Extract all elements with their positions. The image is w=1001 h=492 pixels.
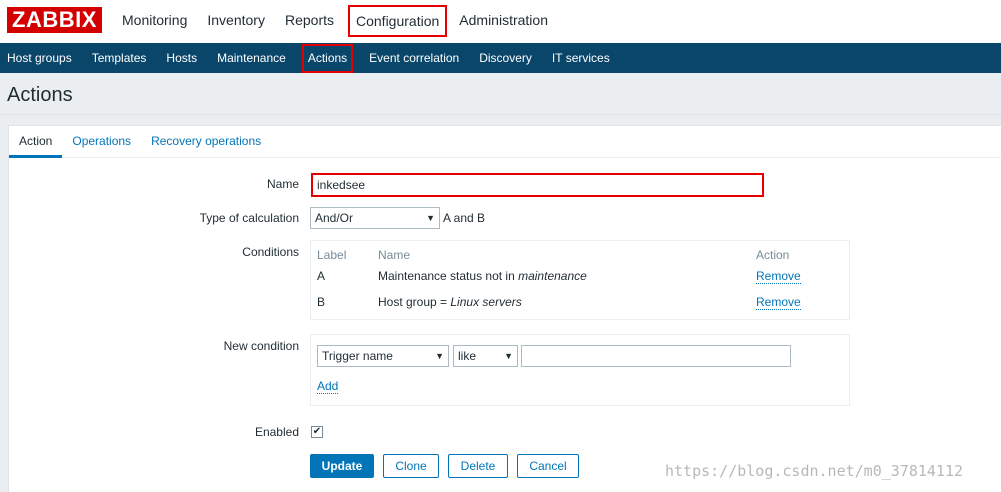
- chevron-down-icon: ▼: [435, 351, 444, 361]
- condition-value-input[interactable]: [521, 345, 791, 367]
- name-input[interactable]: [311, 173, 764, 197]
- tab-recovery-operations[interactable]: Recovery operations: [141, 126, 271, 157]
- conditions-header-label: Label: [317, 248, 347, 262]
- submenu-event-correlation[interactable]: Event correlation: [359, 43, 469, 73]
- new-condition-label: New condition: [223, 339, 299, 353]
- add-condition-link[interactable]: Add: [317, 379, 339, 394]
- menu-configuration[interactable]: Configuration: [348, 5, 448, 37]
- conditions-header-name: Name: [378, 248, 411, 262]
- menu-monitoring[interactable]: Monitoring: [112, 0, 197, 43]
- chevron-down-icon: ▼: [426, 213, 435, 223]
- condition-b-remove-link[interactable]: Remove: [756, 295, 801, 310]
- name-label: Name: [266, 177, 299, 191]
- submenu-maintenance[interactable]: Maintenance: [207, 43, 296, 73]
- submenu-host-groups[interactable]: Host groups: [0, 43, 82, 73]
- top-bar: ZABBIX Monitoring Inventory Reports Conf…: [0, 0, 1001, 43]
- menu-administration[interactable]: Administration: [449, 0, 558, 43]
- calculation-label: Type of calculation: [199, 211, 299, 225]
- action-form-card: Action Operations Recovery operations Na…: [8, 125, 1001, 492]
- condition-a-name-value: maintenance: [518, 269, 587, 283]
- condition-operator-value: like: [458, 349, 477, 363]
- enabled-checkbox[interactable]: ✔: [311, 426, 323, 438]
- chevron-down-icon: ▼: [504, 351, 513, 361]
- tab-action[interactable]: Action: [9, 126, 63, 158]
- tab-operations[interactable]: Operations: [62, 126, 141, 157]
- menu-reports[interactable]: Reports: [275, 0, 344, 43]
- condition-type-select[interactable]: Trigger name ▼: [317, 345, 449, 367]
- calculation-expression: A and B: [443, 211, 486, 225]
- main-menu: Monitoring Inventory Reports Configurati…: [112, 0, 558, 43]
- conditions-table: Label Name Action A Maintenance status n…: [310, 240, 850, 320]
- submenu-actions[interactable]: Actions: [301, 44, 354, 73]
- conditions-header-action: Action: [756, 248, 790, 262]
- condition-type-value: Trigger name: [322, 349, 393, 363]
- menu-inventory[interactable]: Inventory: [197, 0, 275, 43]
- zabbix-logo[interactable]: ZABBIX: [7, 7, 102, 33]
- calculation-select-value: And/Or: [315, 211, 354, 225]
- enabled-label: Enabled: [254, 425, 299, 439]
- condition-b-name-prefix: Host group =: [378, 295, 451, 309]
- sub-menu: Host groups Templates Hosts Maintenance …: [0, 43, 1001, 73]
- update-button[interactable]: Update: [310, 454, 374, 478]
- condition-b-name-value: Linux servers: [450, 295, 522, 309]
- condition-b-label: B: [317, 295, 326, 309]
- page-title: Actions: [7, 84, 73, 106]
- condition-a-remove-link[interactable]: Remove: [756, 269, 801, 284]
- submenu-discovery[interactable]: Discovery: [469, 43, 542, 73]
- form-tabs: Action Operations Recovery operations: [9, 126, 1001, 158]
- submenu-templates[interactable]: Templates: [82, 43, 157, 73]
- condition-a-name-prefix: Maintenance status not in: [378, 269, 519, 283]
- cancel-button[interactable]: Cancel: [517, 454, 579, 478]
- condition-operator-select[interactable]: like ▼: [453, 345, 518, 367]
- delete-button[interactable]: Delete: [448, 454, 508, 478]
- condition-a-label: A: [317, 269, 326, 283]
- new-condition-box: Trigger name ▼ like ▼ Add: [310, 334, 850, 406]
- conditions-label: Conditions: [242, 245, 299, 259]
- clone-button[interactable]: Clone: [383, 454, 439, 478]
- watermark: https://blog.csdn.net/m0_37814112: [665, 462, 964, 480]
- condition-b-name: Host group = Linux servers: [378, 295, 522, 309]
- condition-a-name: Maintenance status not in maintenance: [378, 269, 587, 283]
- submenu-hosts[interactable]: Hosts: [156, 43, 207, 73]
- calculation-select[interactable]: And/Or ▼: [310, 207, 440, 229]
- header-divider: [0, 114, 1001, 115]
- submenu-it-services[interactable]: IT services: [542, 43, 620, 73]
